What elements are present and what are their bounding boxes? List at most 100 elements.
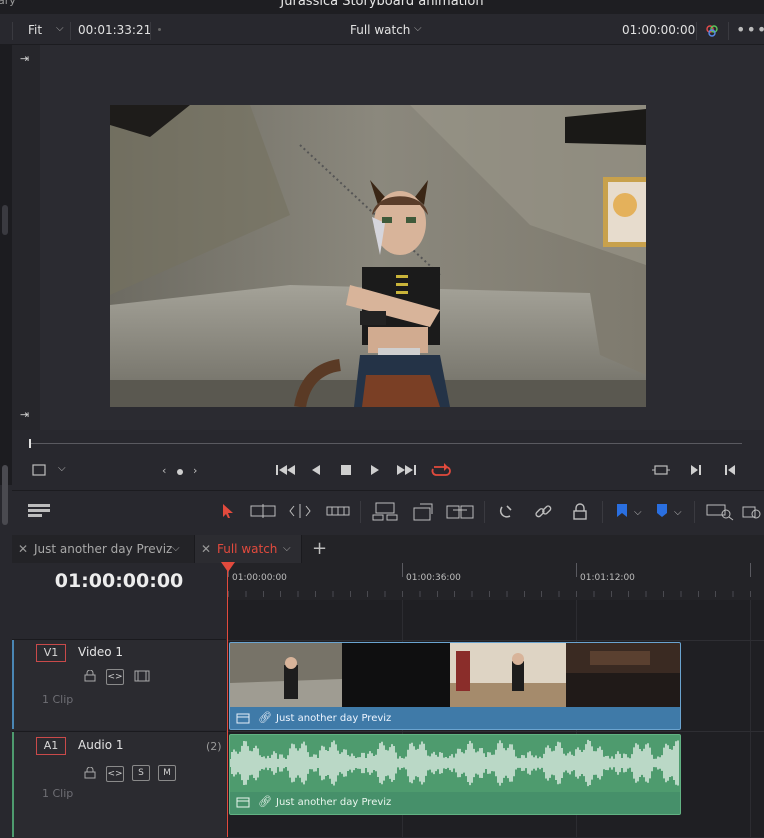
blade-tool-icon[interactable] <box>326 503 350 519</box>
timeline-timecode[interactable]: 01:00:00:00 <box>12 570 226 592</box>
lock-icon[interactable] <box>572 503 588 521</box>
playhead-handle[interactable] <box>221 562 235 572</box>
dynamic-trim-icon[interactable] <box>288 503 312 519</box>
clip-name: Just another day Previz <box>276 713 392 724</box>
tab-label: Full watch <box>217 542 278 556</box>
scrub-bar[interactable] <box>30 443 742 444</box>
chevron-down-icon[interactable]: ⌵ <box>414 23 422 34</box>
marker-icon[interactable] <box>656 503 668 519</box>
play-reverse-icon[interactable] <box>311 464 321 476</box>
mute-button[interactable]: M <box>158 765 176 781</box>
trim-tool-icon[interactable] <box>250 503 276 519</box>
track-name[interactable]: Audio 1 <box>78 738 124 752</box>
chevron-down-icon[interactable]: ⌵ <box>283 535 291 563</box>
audio-clip[interactable]: 🔗︎ Just another day Previz <box>229 734 681 815</box>
overwrite-clip-icon[interactable] <box>412 502 434 522</box>
video-track-color <box>12 640 14 729</box>
auto-select-icon[interactable]: <> <box>106 766 124 782</box>
clip-count: 1 Clip <box>42 787 74 800</box>
dot-icon <box>158 28 161 31</box>
clip-count: 1 Clip <box>42 693 74 706</box>
tab-full-watch[interactable]: ✕ Full watch ⌵ <box>194 535 302 563</box>
go-to-end-icon[interactable] <box>396 464 416 476</box>
snapping-icon[interactable] <box>498 503 516 521</box>
auto-select-icon[interactable]: <> <box>106 669 124 685</box>
play-icon[interactable] <box>370 464 380 476</box>
playhead[interactable] <box>227 563 228 837</box>
channel-count: (2) <box>206 740 222 753</box>
track-name[interactable]: Video 1 <box>78 645 123 659</box>
lock-icon[interactable] <box>84 767 96 779</box>
chevron-down-icon[interactable]: ⌵ <box>634 505 642 521</box>
link-icon[interactable] <box>534 503 552 521</box>
jog-right-icon[interactable]: › <box>193 463 197 479</box>
chevron-down-icon[interactable]: ⌵ <box>172 535 180 563</box>
chevron-down-icon[interactable]: ⌵ <box>58 461 66 477</box>
solo-button[interactable]: S <box>132 765 150 781</box>
viewer-mode-icon[interactable] <box>652 464 670 476</box>
viewer-toolbar: Fit ⌵ 00:01:33:21 Full watch ⌵ 01:00:00:… <box>0 18 764 45</box>
jog-dot-icon[interactable] <box>177 469 183 475</box>
tab-label: Just another day Previz <box>34 542 173 556</box>
mark-in-icon[interactable] <box>690 464 702 476</box>
left-panel-strip <box>0 45 12 525</box>
video-track-header: V1 Video 1 <> 1 Clip <box>12 639 226 730</box>
chevron-down-icon[interactable]: ⌵ <box>56 23 64 34</box>
track-id-badge[interactable]: A1 <box>36 737 66 755</box>
clip-type-icon <box>236 797 250 808</box>
timeline-name-dropdown[interactable]: Full watch <box>350 23 410 37</box>
tab-just-another-day-previz[interactable]: ✕ Just another day Previz ⌵ <box>12 535 192 563</box>
waveform-path <box>230 739 679 787</box>
detail-zoom-icon[interactable] <box>742 503 762 521</box>
record-timecode[interactable]: 01:00:00:00 <box>622 23 695 37</box>
transport-controls: ⌵ ‹ › <box>12 455 764 487</box>
loop-icon[interactable] <box>430 462 452 478</box>
timeline-view-options-icon[interactable] <box>28 504 50 518</box>
first-frame-icon[interactable]: ⇥ <box>20 52 29 65</box>
link-icon: 🔗︎ <box>258 711 272 724</box>
clip-name: Just another day Previz <box>276 797 392 808</box>
ruler-label: 01:00:36:00 <box>406 573 461 583</box>
chevron-down-icon[interactable]: ⌵ <box>674 505 682 521</box>
lock-icon[interactable] <box>84 670 96 682</box>
clip-type-icon <box>236 713 250 724</box>
timeline-tabs: ✕ Just another day Previz ⌵ ✕ Full watch… <box>12 535 764 564</box>
selection-tool-icon[interactable] <box>222 503 234 519</box>
ruler-label: 01:00:00:00 <box>232 573 287 583</box>
replace-clip-icon[interactable] <box>446 502 474 522</box>
add-tab-button[interactable]: + <box>312 535 332 563</box>
close-icon[interactable]: ✕ <box>201 535 211 563</box>
ruler-label: 01:01:12:00 <box>580 573 635 583</box>
insert-clip-icon[interactable] <box>372 502 398 522</box>
clip-thumbnails <box>230 643 680 707</box>
go-to-start-icon[interactable] <box>276 464 296 476</box>
safe-area-icon[interactable] <box>32 464 46 476</box>
edit-toolbar: ⌵ ⌵ <box>12 490 764 533</box>
audio-track-color <box>12 732 14 837</box>
audio-waveform <box>230 739 679 787</box>
zoom-to-fit-icon[interactable] <box>706 503 734 521</box>
mark-out-icon[interactable] <box>724 464 736 476</box>
title-bar: ary Jurassica Storyboard animation <box>0 0 764 14</box>
color-wheel-icon[interactable] <box>704 23 720 39</box>
video-frame <box>110 105 646 407</box>
source-timecode[interactable]: 00:01:33:21 <box>78 23 151 37</box>
panel-edge <box>0 22 12 40</box>
window-title: Jurassica Storyboard animation <box>280 0 484 9</box>
track-id-badge[interactable]: V1 <box>36 644 66 662</box>
ellipsis-icon[interactable]: ••• <box>736 20 764 39</box>
scrollbar[interactable] <box>2 465 8 525</box>
zoom-dropdown[interactable]: Fit <box>28 23 42 37</box>
film-icon[interactable] <box>134 670 150 682</box>
scene-image <box>110 105 646 407</box>
close-icon[interactable]: ✕ <box>18 535 28 563</box>
last-frame-icon[interactable]: ⇥ <box>20 408 29 421</box>
audio-track-header: A1 Audio 1 (2) <> S M 1 Clip <box>12 731 226 838</box>
scrub-handle[interactable] <box>29 439 31 448</box>
flag-icon[interactable] <box>616 503 628 519</box>
stop-icon[interactable] <box>340 464 352 476</box>
jog-left-icon[interactable]: ‹ <box>162 463 166 479</box>
video-clip[interactable]: 🔗︎ Just another day Previz <box>229 642 681 730</box>
link-icon: 🔗︎ <box>258 795 272 808</box>
timeline-ruler[interactable]: 01:00:00:00 01:00:36:00 01:01:12:00 <box>228 563 764 601</box>
